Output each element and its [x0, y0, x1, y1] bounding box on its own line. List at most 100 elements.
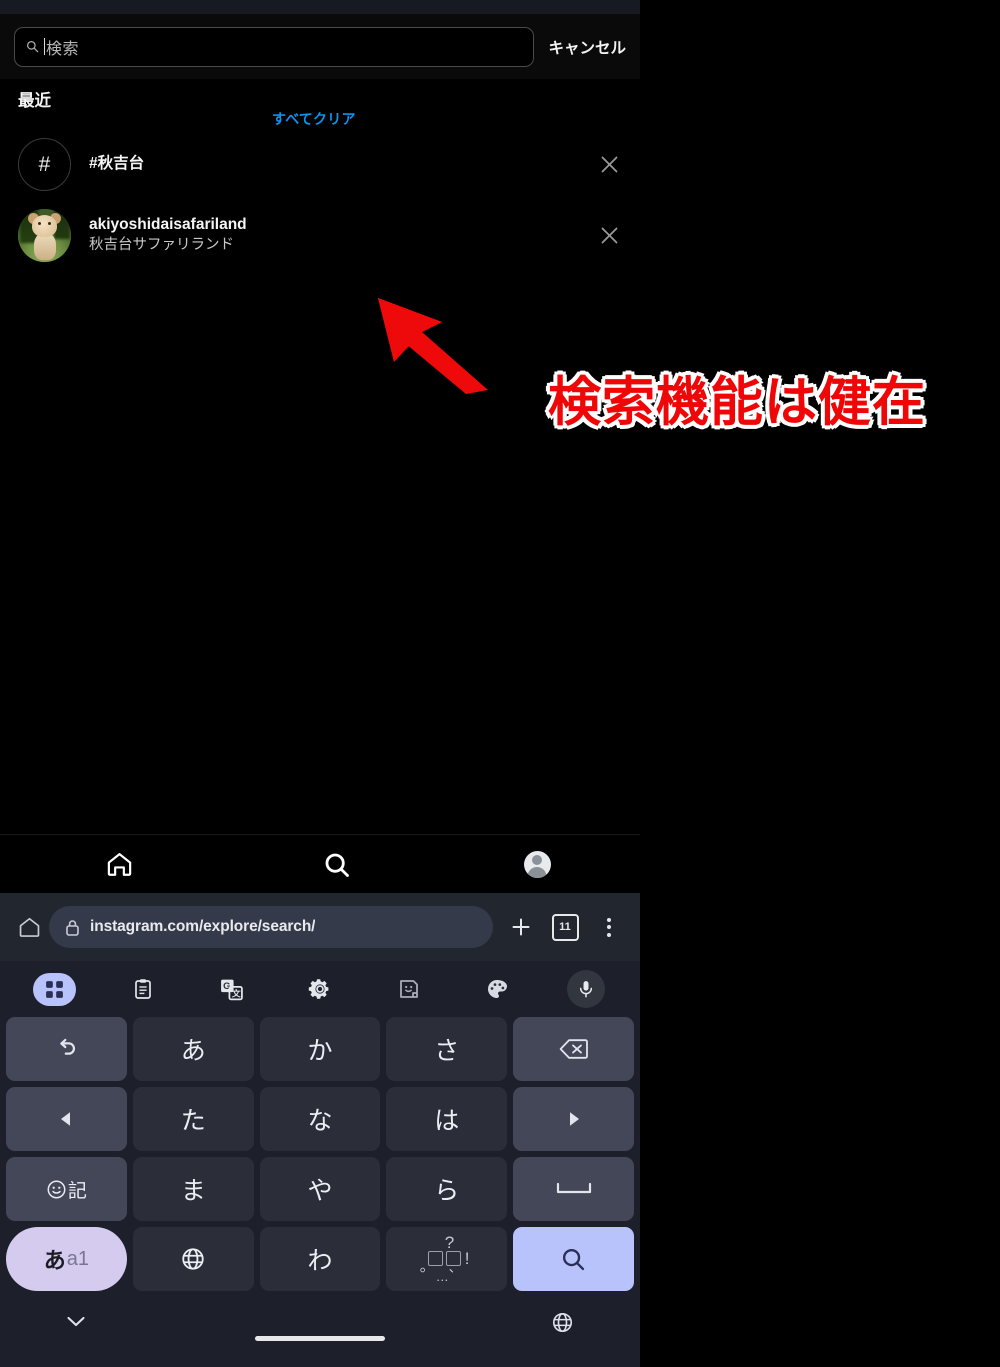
keyboard-row: あ a1 わ ? 。 、 ! …	[6, 1227, 634, 1291]
remove-recent-button[interactable]	[594, 150, 624, 180]
keyboard-toolbar: G 文	[0, 961, 640, 1017]
nav-item-home[interactable]	[0, 850, 239, 879]
search-header: 検索 キャンセル	[0, 14, 640, 79]
ime-kana-label: あ	[43, 1248, 66, 1273]
clear-all-button[interactable]: すべてクリア	[272, 109, 356, 129]
browser-home-button[interactable]	[9, 915, 49, 940]
url-text: instagram.com/explore/search/	[90, 918, 316, 935]
hashtag-icon: #	[18, 138, 71, 191]
ime-switch-key[interactable]: あ a1	[6, 1227, 127, 1291]
key-ma[interactable]: ま	[132, 1157, 254, 1221]
keyboard-apps-button[interactable]	[10, 972, 99, 1006]
key-na[interactable]: な	[259, 1087, 381, 1151]
recent-item-texts: #秋吉台	[89, 154, 594, 174]
cursor-left-key[interactable]	[6, 1087, 127, 1151]
key-ka[interactable]: か	[259, 1017, 381, 1081]
home-icon	[107, 853, 132, 876]
search-icon	[563, 1248, 585, 1270]
backspace-key[interactable]	[513, 1017, 634, 1081]
recent-item-account[interactable]: akiyoshidaisafariland 秋吉台サファリランド	[0, 200, 640, 271]
symbol-kanji: 記	[67, 1180, 87, 1202]
recent-title: 最近	[18, 92, 51, 110]
key-ra[interactable]: ら	[386, 1157, 508, 1221]
triangle-right-icon	[569, 1112, 579, 1126]
chevron-down-icon	[67, 1316, 85, 1327]
browser-url-bar: instagram.com/explore/search/ 11	[0, 893, 640, 961]
undo-icon	[60, 1038, 76, 1055]
keyboard-voice-button[interactable]	[541, 970, 630, 1008]
key-wa[interactable]: わ	[259, 1227, 381, 1291]
svg-text:文: 文	[232, 987, 241, 998]
key-a[interactable]: あ	[132, 1017, 254, 1081]
new-tab-button[interactable]	[499, 915, 543, 939]
keyboard-theme-button[interactable]	[453, 977, 542, 1001]
phone-screenshot: 検索 キャンセル 最近 すべてクリア # #秋吉台 akiyoshidaisaf…	[0, 0, 640, 1367]
grid-apps-icon	[32, 972, 76, 1006]
key-sa[interactable]: さ	[386, 1017, 508, 1081]
clipboard-icon	[135, 979, 151, 999]
ten-mark: 、	[448, 1260, 462, 1275]
triangle-left-icon	[61, 1112, 71, 1126]
cursor-right-key[interactable]	[513, 1087, 634, 1151]
nav-item-search[interactable]	[239, 851, 435, 879]
ellipsis-mark: …	[435, 1269, 450, 1284]
smiley-icon	[47, 1180, 66, 1198]
key-ha[interactable]: は	[386, 1087, 508, 1151]
recent-item-title: #秋吉台	[89, 155, 145, 173]
profile-avatar-icon	[523, 851, 551, 878]
language-switch-button[interactable]	[551, 1311, 574, 1339]
annotation-text: 検索機能は健在	[548, 373, 926, 432]
translate-icon: G 文	[221, 979, 243, 1000]
search-icon	[325, 853, 349, 877]
microphone-icon	[566, 970, 605, 1008]
more-vertical-icon	[607, 917, 611, 937]
status-bar	[0, 0, 640, 14]
home-icon	[19, 917, 39, 937]
sticker-icon	[399, 980, 418, 998]
keyboard-clipboard-button[interactable]	[99, 977, 188, 1001]
globe-icon	[182, 1248, 204, 1270]
keyboard-translate-button[interactable]: G 文	[187, 977, 276, 1002]
search-input[interactable]: 検索	[14, 26, 535, 67]
punctuation-glyphs: ? 。 、 ! …	[416, 1233, 478, 1284]
punctuation-key[interactable]: ? 。 、 ! …	[386, 1227, 508, 1291]
account-fullname: 秋吉台サファリランド	[89, 237, 234, 254]
keyboard-settings-button[interactable]	[276, 977, 365, 1001]
instagram-bottom-nav	[0, 834, 640, 894]
nav-item-profile[interactable]	[435, 851, 641, 878]
recent-item-texts: akiyoshidaisafariland 秋吉台サファリランド	[89, 215, 594, 256]
plus-icon	[512, 918, 530, 936]
undo-key[interactable]	[6, 1017, 127, 1081]
backspace-icon	[559, 1039, 588, 1059]
account-username: akiyoshidaisafariland	[89, 215, 247, 233]
url-field[interactable]: instagram.com/explore/search/	[49, 906, 493, 948]
keyboard-sticker-button[interactable]	[364, 977, 453, 1001]
search-placeholder-text: 検索	[46, 40, 80, 58]
palette-icon	[488, 980, 508, 998]
space-icon	[556, 1182, 591, 1194]
keyboard-row: た な は	[6, 1087, 634, 1151]
search-enter-key[interactable]	[513, 1227, 634, 1291]
text-caret	[44, 38, 45, 55]
browser-menu-button[interactable]	[587, 917, 631, 937]
key-ta[interactable]: た	[132, 1087, 254, 1151]
key-ya[interactable]: や	[259, 1157, 381, 1221]
hide-keyboard-button[interactable]	[66, 1315, 86, 1333]
lock-icon	[66, 919, 79, 936]
keyboard-row: 記 ま や ら	[6, 1157, 634, 1221]
remove-recent-button[interactable]	[594, 221, 624, 251]
cancel-button[interactable]: キャンセル	[548, 36, 626, 58]
tab-count-badge: 11	[551, 913, 579, 941]
recent-item-hashtag[interactable]: # #秋吉台	[0, 129, 640, 200]
gear-icon	[308, 979, 329, 999]
exclamation-mark: !	[464, 1249, 470, 1268]
language-globe-key[interactable]	[132, 1227, 254, 1291]
emoji-symbol-label: 記	[46, 1176, 87, 1203]
emoji-symbol-key[interactable]: 記	[6, 1157, 127, 1221]
keyboard-keys: あ か さ た な は 記 ま や ら あ a1 わ ? 。 、 ! …	[0, 1017, 640, 1291]
tab-switcher-button[interactable]: 11	[543, 913, 587, 941]
search-icon	[27, 41, 39, 53]
software-keyboard: G 文 あ か さ た な は 記 ま や ら あ a1 わ ? 。 、 ! …	[0, 961, 640, 1367]
space-key[interactable]	[513, 1157, 634, 1221]
home-indicator[interactable]	[255, 1336, 385, 1341]
